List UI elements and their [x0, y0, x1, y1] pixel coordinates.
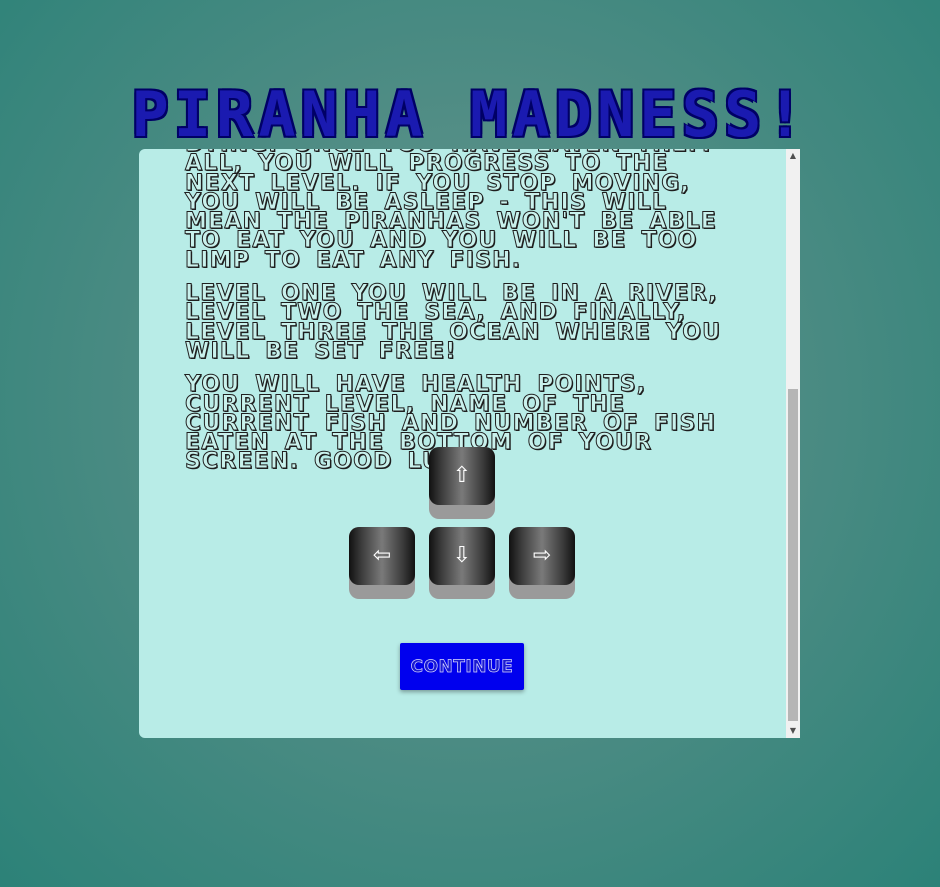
game-title: PIRANHA MADNESS!	[131, 78, 809, 151]
instructions-paragraph: LEVEL ONE YOU WILL BE IN A RIVER, LEVEL …	[185, 281, 722, 364]
down-arrow-icon: ⇩	[429, 527, 495, 585]
scroll-thumb[interactable]	[788, 389, 798, 721]
left-arrow-key[interactable]: ⇦	[349, 527, 415, 599]
down-arrow-key[interactable]: ⇩	[429, 527, 495, 599]
continue-button[interactable]: CONTINUE	[400, 643, 524, 690]
instructions-paragraph: DYING. ONCE YOU HAVE EATEN THEM ALL, YOU…	[185, 149, 718, 273]
panel-scrollbar[interactable]: ▲ ▼	[786, 149, 800, 738]
right-arrow-key[interactable]: ⇨	[509, 527, 575, 599]
up-arrow-key[interactable]: ⇧	[429, 447, 495, 519]
instructions-text: DYING. ONCE YOU HAVE EATEN THEM ALL, YOU…	[185, 149, 745, 486]
right-arrow-icon: ⇨	[509, 527, 575, 585]
up-arrow-icon: ⇧	[429, 447, 495, 505]
scroll-up-arrow-icon[interactable]: ▲	[786, 149, 800, 163]
scroll-down-arrow-icon[interactable]: ▼	[786, 724, 800, 738]
left-arrow-icon: ⇦	[349, 527, 415, 585]
